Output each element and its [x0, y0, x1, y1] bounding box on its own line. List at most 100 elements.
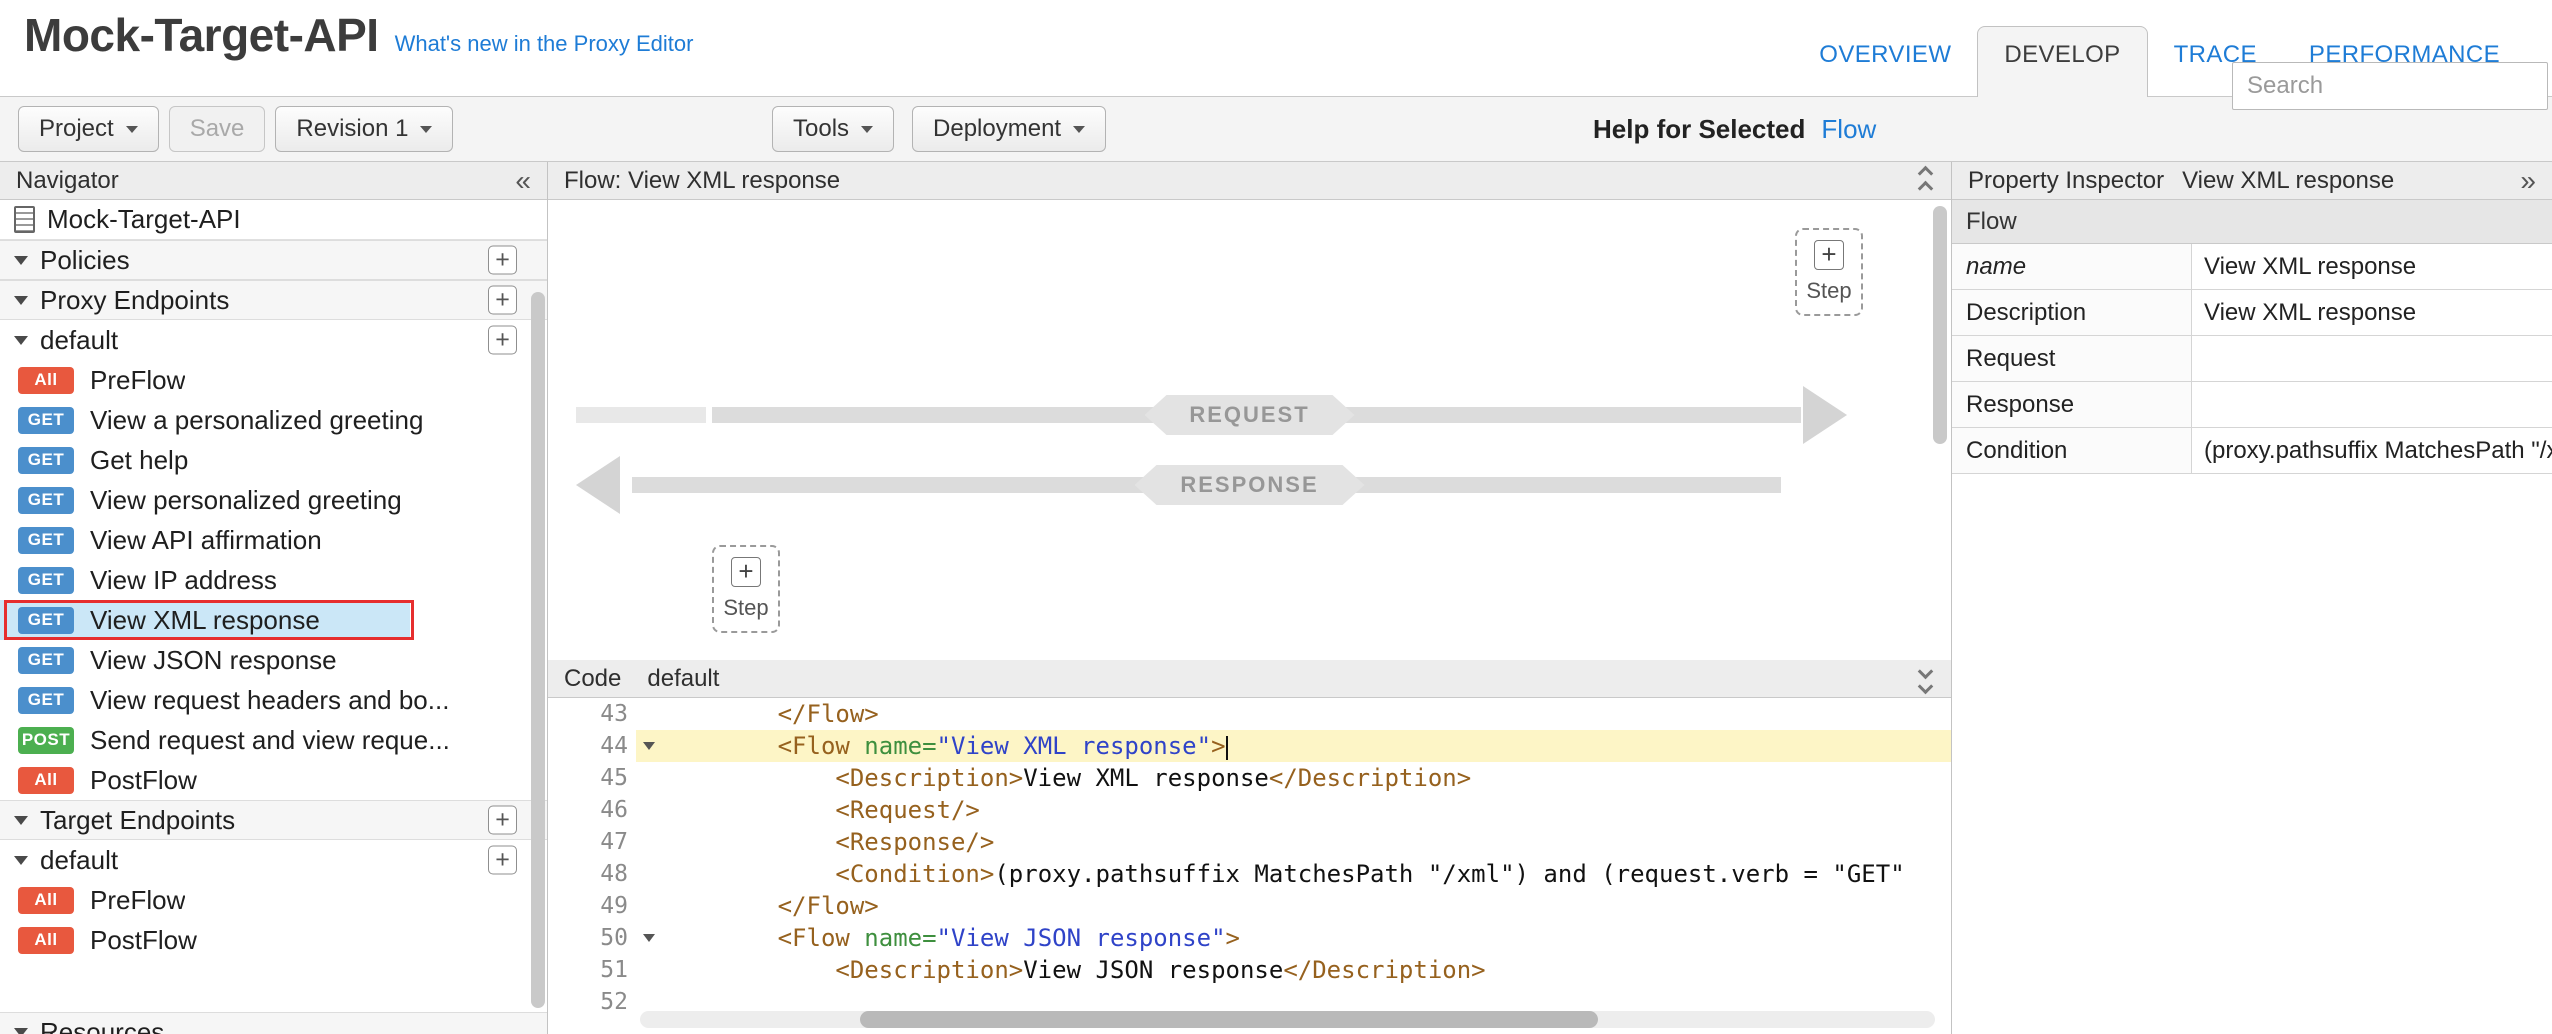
- nav-item-view-xml-response[interactable]: GETView XML response: [0, 600, 547, 640]
- nav-item-get-help[interactable]: GETGet help: [0, 440, 547, 480]
- whats-new-link[interactable]: What's new in the Proxy Editor: [395, 31, 694, 57]
- prop-label: Condition: [1952, 428, 2192, 473]
- request-arrow-icon: [1803, 386, 1847, 444]
- fold-gutter: [636, 762, 662, 794]
- fold-gutter: [636, 890, 662, 922]
- code-line[interactable]: 44 <Flow name="View XML response">: [548, 730, 1951, 762]
- code-line[interactable]: 51 <Description>View JSON response</Desc…: [548, 954, 1951, 986]
- method-badge: All: [18, 887, 74, 914]
- method-badge: GET: [18, 407, 74, 434]
- scrollbar-thumb[interactable]: [860, 1011, 1598, 1028]
- nav-section-target-endpoints[interactable]: Target Endpoints+: [0, 800, 547, 840]
- prop-section-flow: Flow: [1952, 200, 2552, 244]
- method-badge: GET: [18, 647, 74, 674]
- line-content: </Flow>: [636, 698, 1951, 730]
- nav-item-label: View IP address: [90, 565, 277, 596]
- code-line[interactable]: 48 <Condition>(proxy.pathsuffix MatchesP…: [548, 858, 1951, 890]
- prop-value[interactable]: (proxy.pathsuffix MatchesPath "/x: [2192, 428, 2552, 473]
- method-badge: GET: [18, 527, 74, 554]
- line-number: 47: [548, 826, 636, 858]
- caret-down-icon: [420, 126, 432, 133]
- nav-subsection-default[interactable]: default+: [0, 320, 547, 360]
- caret-down-icon: [643, 934, 655, 942]
- nav-item-label: View a personalized greeting: [90, 405, 423, 436]
- fold-gutter: [636, 698, 662, 730]
- add-step-button-response[interactable]: + Step: [712, 545, 780, 633]
- add-button[interactable]: +: [488, 806, 517, 835]
- collapse-navigator-icon[interactable]: «: [515, 167, 531, 195]
- save-button[interactable]: Save: [169, 106, 266, 152]
- prop-value[interactable]: [2192, 382, 2552, 427]
- code-line[interactable]: 45 <Description>View XML response</Descr…: [548, 762, 1951, 794]
- navigator-scrollbar[interactable]: [531, 200, 545, 1034]
- nav-item-postflow[interactable]: AllPostFlow: [0, 920, 547, 960]
- text-cursor: [1226, 736, 1228, 760]
- navigator-title: Navigator: [16, 167, 119, 195]
- nav-item-view-a-personalized-greeting[interactable]: GET View a personalized greeting: [0, 400, 547, 440]
- add-button[interactable]: +: [488, 286, 517, 315]
- add-button[interactable]: +: [488, 846, 517, 875]
- nav-item-label: PreFlow: [90, 365, 185, 396]
- code-editor[interactable]: 43 </Flow>44 <Flow name="View XML respon…: [548, 698, 1951, 1034]
- code-line[interactable]: 50 <Flow name="View JSON response">: [548, 922, 1951, 954]
- tab-develop[interactable]: DEVELOP: [1977, 26, 2147, 97]
- page-title: Mock-Target-API: [24, 8, 379, 62]
- nav-root-mock-target-api[interactable]: Mock-Target-API: [0, 200, 547, 240]
- line-content: <Flow name="View JSON response">: [636, 922, 1951, 954]
- flow-panel-header: Flow: View XML response: [548, 162, 1951, 200]
- nav-item-view-json-response[interactable]: GETView JSON response: [0, 640, 547, 680]
- add-step-button-request[interactable]: + Step: [1795, 228, 1863, 316]
- nav-item-label: Proxy Endpoints: [40, 285, 229, 316]
- nav-item-view-request-headers-and-bo[interactable]: GET View request headers and bo...: [0, 680, 547, 720]
- prop-value[interactable]: View XML response: [2192, 290, 2552, 335]
- code-panel-subtitle: default: [647, 665, 719, 693]
- prop-label: name: [1952, 244, 2192, 289]
- add-button[interactable]: +: [488, 246, 517, 275]
- code-line[interactable]: 47 <Response/>: [548, 826, 1951, 858]
- nav-section-proxy-endpoints[interactable]: Proxy Endpoints +: [0, 280, 547, 320]
- project-button[interactable]: Project: [18, 106, 159, 152]
- save-button-label: Save: [190, 115, 245, 143]
- search-input[interactable]: [2232, 62, 2548, 110]
- code-line[interactable]: 46 <Request/>: [548, 794, 1951, 826]
- project-button-label: Project: [39, 115, 114, 143]
- fold-marker-icon[interactable]: [636, 730, 662, 762]
- scrollbar-thumb[interactable]: [1933, 206, 1947, 444]
- nav-item-postflow[interactable]: AllPostFlow: [0, 760, 547, 800]
- revision-button[interactable]: Revision 1: [275, 106, 453, 152]
- expand-inspector-icon[interactable]: »: [2520, 167, 2536, 195]
- nav-section-policies[interactable]: Policies+: [0, 240, 547, 280]
- prop-value[interactable]: View XML response: [2192, 244, 2552, 289]
- code-horizontal-scrollbar[interactable]: [640, 1011, 1935, 1028]
- fold-marker-icon[interactable]: [636, 922, 662, 954]
- nav-item-send-request-and-view-reque[interactable]: POSTSend request and view reque...: [0, 720, 547, 760]
- flow-scrollbar[interactable]: [1933, 206, 1947, 654]
- prop-value[interactable]: [2192, 336, 2552, 381]
- help-flow-link[interactable]: Flow: [1821, 114, 1876, 145]
- code-line[interactable]: 43 </Flow>: [548, 698, 1951, 730]
- deployment-button[interactable]: Deployment: [912, 106, 1106, 152]
- tools-button[interactable]: Tools: [772, 106, 894, 152]
- add-button[interactable]: +: [488, 326, 517, 355]
- nav-item-view-api-affirmation[interactable]: GETView API affirmation: [0, 520, 547, 560]
- prop-label: Description: [1952, 290, 2192, 335]
- code-line[interactable]: 49 </Flow>: [548, 890, 1951, 922]
- method-badge: GET: [18, 687, 74, 714]
- nav-item-preflow[interactable]: AllPreFlow: [0, 360, 547, 400]
- tab-overview[interactable]: OVERVIEW: [1793, 26, 1977, 97]
- line-number: 43: [548, 698, 636, 730]
- code-lines: 43 </Flow>44 <Flow name="View XML respon…: [548, 698, 1951, 1018]
- scrollbar-thumb[interactable]: [531, 292, 545, 1008]
- nav-section-resources[interactable]: Resources: [0, 1012, 547, 1034]
- deployment-button-label: Deployment: [933, 115, 1061, 143]
- caret-down-icon: [14, 256, 28, 265]
- collapse-code-panel-icon[interactable]: [1916, 662, 1935, 696]
- nav-item-preflow[interactable]: AllPreFlow: [0, 880, 547, 920]
- nav-item-view-personalized-greeting[interactable]: GETView personalized greeting: [0, 480, 547, 520]
- expand-flow-panel-icon[interactable]: [1916, 164, 1935, 198]
- nav-item-view-ip-address[interactable]: GETView IP address: [0, 560, 547, 600]
- method-badge: GET: [18, 607, 74, 634]
- nav-item-label: View request headers and bo...: [90, 685, 449, 716]
- nav-subsection-default[interactable]: default+: [0, 840, 547, 880]
- method-badge: GET: [18, 487, 74, 514]
